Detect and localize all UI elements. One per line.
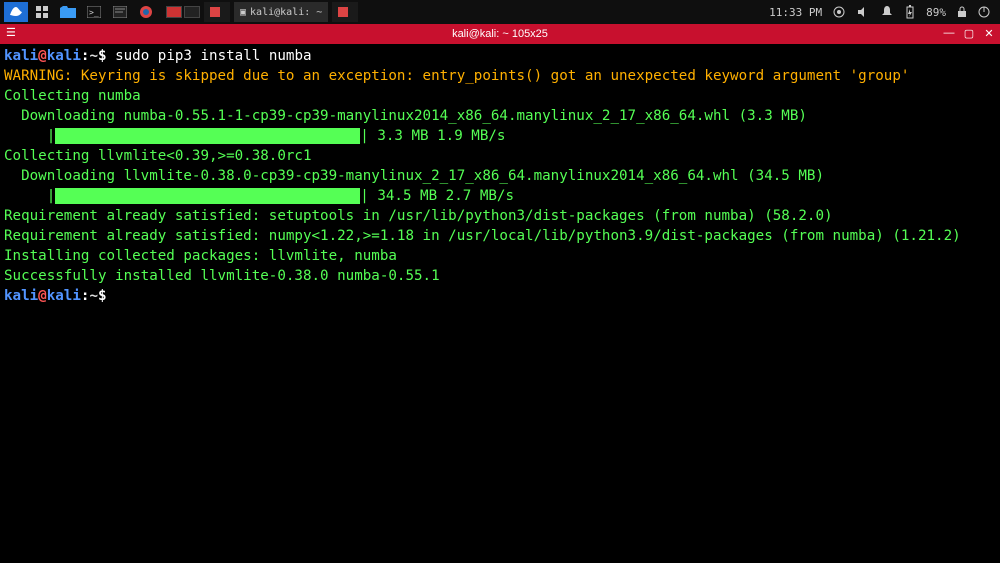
command-text: sudo pip3 install numba xyxy=(115,48,311,64)
progress-bar xyxy=(55,188,360,204)
prompt-host: kali xyxy=(47,288,81,304)
prompt-path: ~ xyxy=(89,288,98,304)
titlebar-menu-icon[interactable]: ☰ xyxy=(6,26,16,39)
prompt-at: @ xyxy=(38,288,47,304)
taskbar-item-3[interactable] xyxy=(332,2,358,22)
output-line: Requirement already satisfied: numpy<1.2… xyxy=(4,228,961,244)
output-line: Installing collected packages: llvmlite,… xyxy=(4,248,397,264)
top-panel: >_ ▣ kali@kali: ~ 11:33 PM xyxy=(0,0,1000,24)
progress-pipe: | xyxy=(360,128,377,144)
workspace-2[interactable] xyxy=(184,6,200,18)
power-icon[interactable] xyxy=(978,6,990,18)
notification-icon[interactable] xyxy=(880,5,894,19)
panel-left: >_ ▣ kali@kali: ~ xyxy=(4,2,358,22)
output-line: Requirement already satisfied: setuptool… xyxy=(4,208,833,224)
file-manager-icon[interactable] xyxy=(56,2,80,22)
prompt-user: kali xyxy=(4,48,38,64)
taskbar-label: kali@kali: ~ xyxy=(250,7,322,18)
maximize-button[interactable]: ▢ xyxy=(962,26,976,40)
prompt-at: @ xyxy=(38,48,47,64)
progress-info: 3.3 MB 1.9 MB/s xyxy=(377,128,505,144)
progress-pipe: | xyxy=(4,188,55,204)
prompt-path: ~ xyxy=(89,48,98,64)
prompt-dollar: $ xyxy=(98,288,115,304)
workspace-1[interactable] xyxy=(166,6,182,18)
lock-icon[interactable] xyxy=(956,6,968,18)
window-controls: — ▢ ✕ xyxy=(942,26,996,40)
terminal-titlebar[interactable]: ☰ kali@kali: ~ 105x25 — ▢ ✕ xyxy=(0,24,1000,44)
progress-bar xyxy=(55,128,360,144)
panel-right: 11:33 PM 89% xyxy=(769,5,996,19)
task-thumb-icon xyxy=(338,7,348,17)
taskbar-item-1[interactable] xyxy=(204,2,230,22)
terminal-body[interactable]: kali@kali:~$ sudo pip3 install numba WAR… xyxy=(0,44,1000,308)
workspace-switcher[interactable] xyxy=(166,6,200,18)
prompt-host: kali xyxy=(47,48,81,64)
output-line: Downloading numba-0.55.1-1-cp39-cp39-man… xyxy=(4,108,807,124)
task-thumb-icon xyxy=(210,7,220,17)
battery-icon[interactable] xyxy=(904,5,916,19)
output-line: Collecting llvmlite<0.39,>=0.38.0rc1 xyxy=(4,148,312,164)
taskbar-item-terminal[interactable]: ▣ kali@kali: ~ xyxy=(234,2,328,22)
minimize-button[interactable]: — xyxy=(942,26,956,40)
browser-icon[interactable] xyxy=(134,2,158,22)
output-line: Collecting numba xyxy=(4,88,141,104)
show-desktop-icon[interactable] xyxy=(30,2,54,22)
recorder-icon[interactable] xyxy=(832,5,846,19)
text-editor-icon[interactable] xyxy=(108,2,132,22)
prompt-user: kali xyxy=(4,288,38,304)
output-line: Successfully installed llvmlite-0.38.0 n… xyxy=(4,268,440,284)
window-title: kali@kali: ~ 105x25 xyxy=(452,28,548,40)
volume-icon[interactable] xyxy=(856,5,870,19)
output-line: Downloading llvmlite-0.38.0-cp39-cp39-ma… xyxy=(4,168,824,184)
svg-text:>_: >_ xyxy=(89,8,99,17)
app-menu-icon[interactable] xyxy=(4,2,28,22)
progress-pipe: | xyxy=(4,128,55,144)
terminal-launcher-icon[interactable]: >_ xyxy=(82,2,106,22)
progress-pipe: | xyxy=(360,188,377,204)
clock[interactable]: 11:33 PM xyxy=(769,6,822,19)
progress-info: 34.5 MB 2.7 MB/s xyxy=(377,188,514,204)
prompt-dollar: $ xyxy=(98,48,115,64)
terminal-window: ☰ kali@kali: ~ 105x25 — ▢ ✕ kali@kali:~$… xyxy=(0,24,1000,563)
close-button[interactable]: ✕ xyxy=(982,26,996,40)
battery-percent: 89% xyxy=(926,6,946,19)
terminal-thumb-icon: ▣ xyxy=(240,7,246,18)
warning-line: WARNING: Keyring is skipped due to an ex… xyxy=(4,68,909,84)
